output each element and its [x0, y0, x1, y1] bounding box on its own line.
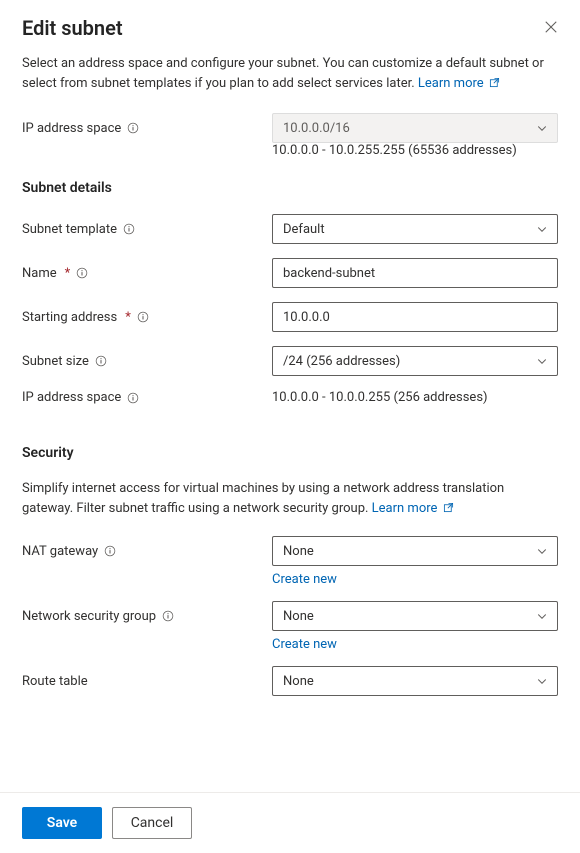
- info-icon[interactable]: [123, 223, 135, 235]
- required-indicator: *: [125, 310, 131, 325]
- external-link-icon: [489, 77, 500, 88]
- name-label: Name: [22, 266, 57, 281]
- subnet-template-value: Default: [283, 222, 325, 237]
- info-icon[interactable]: [104, 545, 116, 557]
- nsg-value: None: [283, 609, 314, 624]
- info-icon[interactable]: [95, 355, 107, 367]
- nat-gateway-label: NAT gateway: [22, 544, 98, 559]
- info-icon[interactable]: [127, 122, 139, 134]
- subnet-size-value: /24 (256 addresses): [283, 354, 400, 369]
- info-icon[interactable]: [76, 267, 88, 279]
- required-indicator: *: [65, 266, 71, 281]
- security-learn-more-label: Learn more: [372, 501, 438, 516]
- subnet-size-label: Subnet size: [22, 354, 89, 369]
- nsg-select[interactable]: None: [272, 601, 558, 631]
- route-table-value: None: [283, 674, 314, 689]
- ip-range-value: 10.0.0.0 - 10.0.0.255 (256 addresses): [272, 390, 558, 405]
- info-icon[interactable]: [137, 311, 149, 323]
- subnet-details-heading: Subnet details: [22, 180, 558, 196]
- ip-space-select[interactable]: 10.0.0.0/16: [272, 113, 558, 143]
- subnet-template-label: Subnet template: [22, 222, 117, 237]
- ip-range-label: IP address space: [22, 390, 121, 405]
- starting-address-label: Starting address: [22, 310, 117, 325]
- starting-address-input[interactable]: [272, 302, 558, 332]
- security-heading: Security: [22, 445, 558, 461]
- learn-more-link[interactable]: Learn more: [418, 76, 500, 91]
- info-icon[interactable]: [127, 392, 139, 404]
- ip-space-range: 10.0.0.0 - 10.0.255.255 (65536 addresses…: [272, 143, 558, 158]
- info-icon[interactable]: [162, 610, 174, 622]
- nat-gateway-select[interactable]: None: [272, 536, 558, 566]
- nat-create-new-link[interactable]: Create new: [272, 572, 337, 587]
- security-learn-more-link[interactable]: Learn more: [372, 501, 454, 516]
- nsg-label: Network security group: [22, 609, 156, 624]
- ip-space-label: IP address space: [22, 121, 121, 136]
- close-icon[interactable]: [544, 20, 558, 34]
- route-table-select[interactable]: None: [272, 666, 558, 696]
- nat-gateway-value: None: [283, 544, 314, 559]
- subnet-template-select[interactable]: Default: [272, 214, 558, 244]
- page-title: Edit subnet: [22, 16, 123, 40]
- name-input[interactable]: [272, 258, 558, 288]
- external-link-icon: [443, 502, 454, 513]
- ip-space-value: 10.0.0.0/16: [283, 121, 350, 136]
- subnet-size-select[interactable]: /24 (256 addresses): [272, 346, 558, 376]
- save-button[interactable]: Save: [22, 807, 102, 839]
- learn-more-label: Learn more: [418, 76, 484, 91]
- route-table-label: Route table: [22, 674, 88, 689]
- description-text: Select an address space and configure yo…: [22, 54, 558, 93]
- security-description: Simplify internet access for virtual mac…: [22, 479, 558, 518]
- nsg-create-new-link[interactable]: Create new: [272, 637, 337, 652]
- cancel-button[interactable]: Cancel: [112, 807, 192, 839]
